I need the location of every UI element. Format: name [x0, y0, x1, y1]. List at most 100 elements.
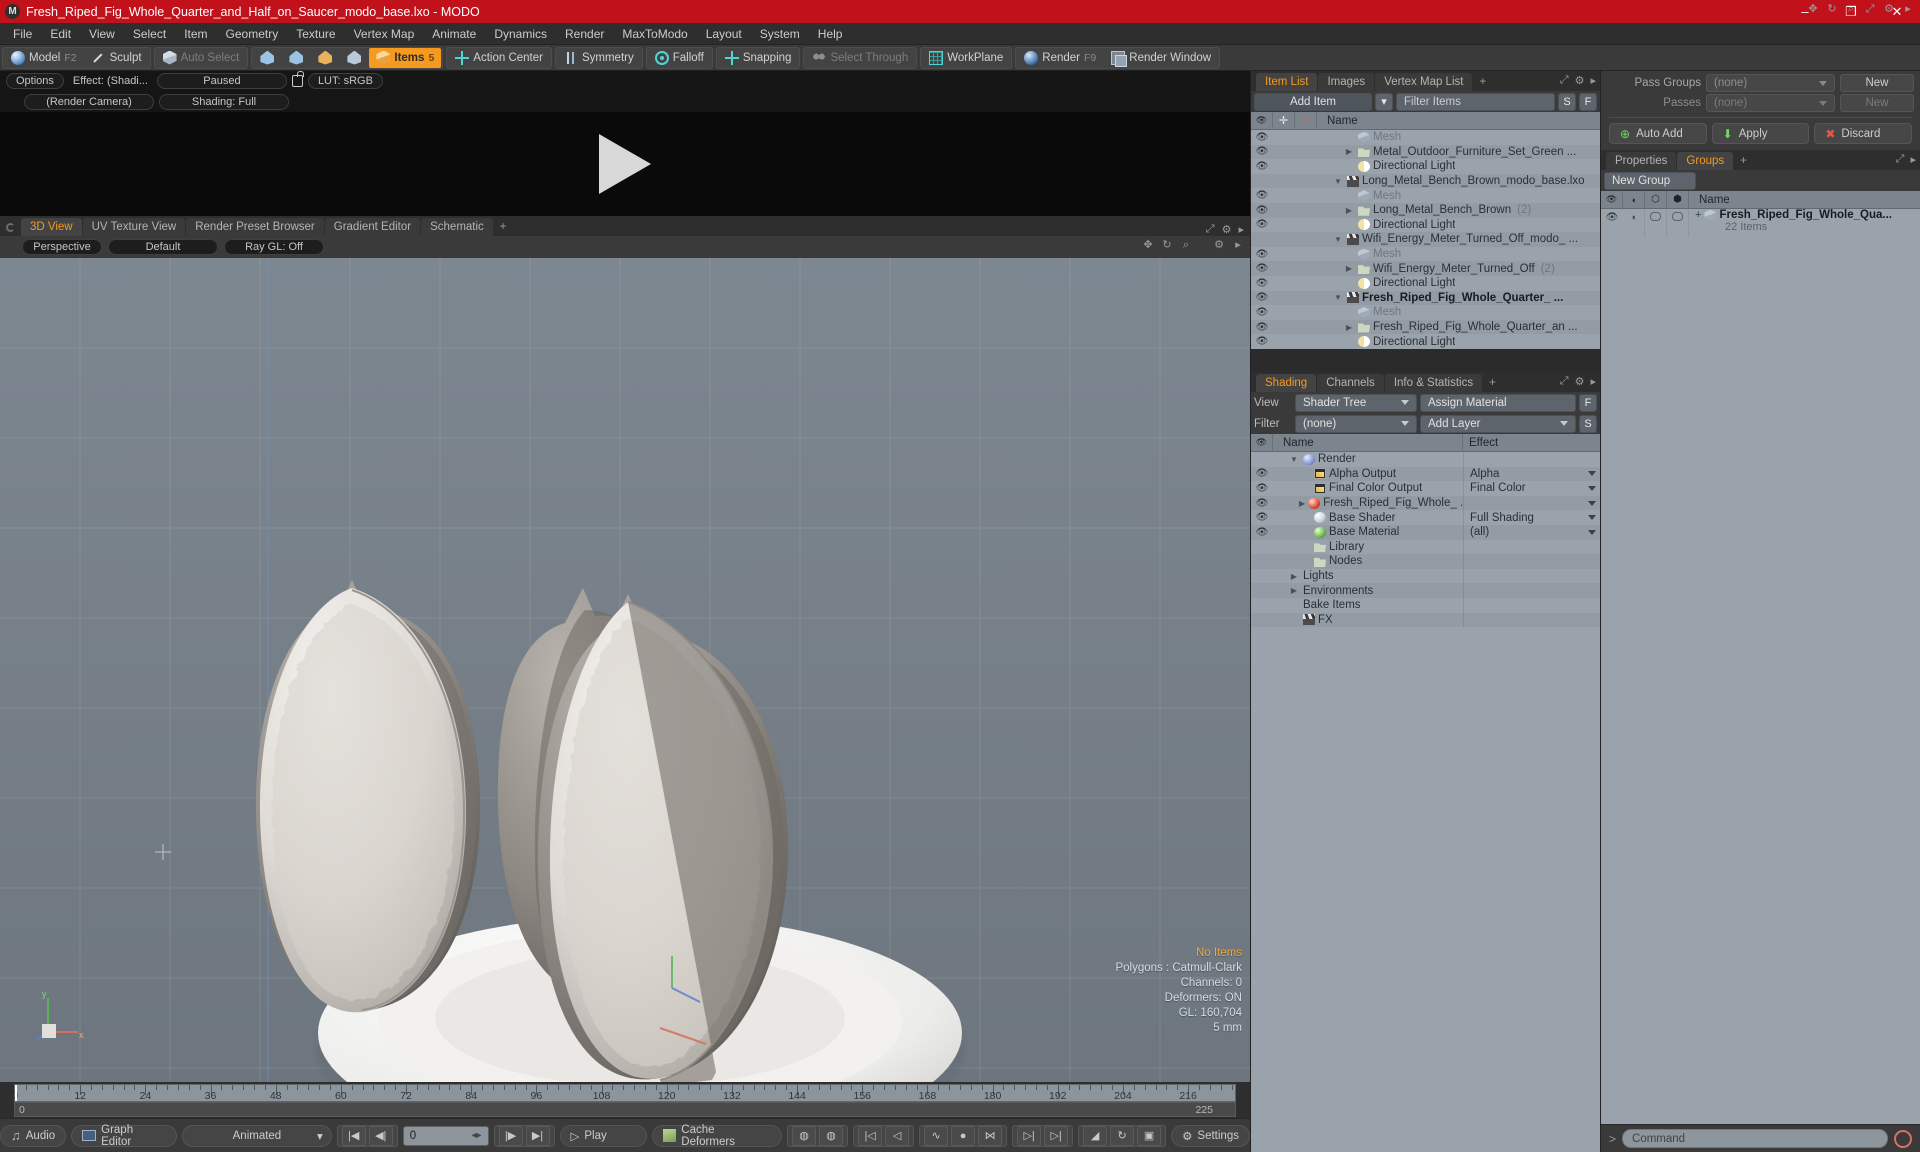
next-key-icon[interactable]: ▷| [1017, 1125, 1042, 1146]
menu-item-view[interactable]: View [80, 24, 124, 44]
menu-item-vertex-map[interactable]: Vertex Map [345, 24, 424, 44]
group-render-toggle[interactable]: ◖ [1623, 209, 1645, 237]
play-button[interactable]: ▷ Play [559, 1124, 648, 1147]
item-list-row-name[interactable]: ▶ Long_Metal_Bench_Brown (2) [1317, 204, 1531, 216]
prev-key-icon[interactable]: ◁ [885, 1125, 910, 1146]
group-wire-toggle[interactable] [1645, 209, 1667, 237]
shading-effect-cell[interactable] [1463, 495, 1600, 511]
visibility-eye-icon[interactable]: 👁 [1251, 249, 1273, 260]
first-key-icon[interactable]: |◁ [858, 1125, 883, 1146]
item-list-expand-icon[interactable]: ⤢ [1560, 74, 1569, 87]
set-key-icon[interactable]: ∿ [924, 1125, 949, 1146]
shading-visibility-eye-icon[interactable]: 👁 [1251, 527, 1273, 538]
record-circle-icon[interactable] [1894, 1129, 1912, 1148]
tab-add-button[interactable]: + [494, 218, 513, 236]
twisty-open-icon[interactable]: ▼ [1288, 455, 1300, 464]
shading-expand-icon[interactable]: ⤢ [1560, 375, 1569, 388]
shading-row-name[interactable]: FX [1273, 614, 1463, 626]
pass-groups-new-button[interactable]: New [1840, 74, 1914, 92]
passes-dropdown[interactable]: (none) [1706, 94, 1835, 112]
shading-row[interactable]: ▶ Lights [1251, 568, 1600, 584]
zoom-icon[interactable]: ⌕ [1845, 3, 1857, 15]
shading-row-name[interactable]: ▼ Render [1273, 453, 1463, 465]
item-list-row-name[interactable]: ▶ Fresh_Riped_Fig_Whole_Quarter_an ... [1317, 321, 1578, 333]
item-list-row-name[interactable]: ▼ Fresh_Riped_Fig_Whole_Quarter_ ... [1317, 292, 1563, 304]
apply-button[interactable]: ⬇ Apply [1711, 123, 1810, 144]
curve-key-icon[interactable]: ◢ [1083, 1125, 1108, 1146]
item-list-row-name[interactable]: Mesh [1317, 131, 1401, 143]
chevron-right-icon[interactable]: ▸ [1902, 3, 1914, 15]
falloff-button[interactable]: Falloff [648, 48, 711, 68]
shading-row-name[interactable]: Bake Items [1273, 599, 1463, 611]
visibility-eye-icon[interactable]: 👁 [1251, 307, 1273, 318]
groups-row[interactable]: 👁 ◖ + Fresh_Riped_Fig_Whole_Qua... 22 Items [1601, 209, 1920, 237]
visibility-eye-icon[interactable]: 👁 [1251, 205, 1273, 216]
menu-item-edit[interactable]: Edit [41, 24, 80, 44]
cache-deformers-button[interactable]: Cache Deformers [652, 1124, 783, 1148]
auto-select-button[interactable]: Auto Select [156, 48, 247, 68]
viewport-zoom-icon[interactable]: ⌕ [1180, 239, 1192, 251]
mode-sculpt-button[interactable]: Sculpt [85, 48, 149, 68]
panel-menu-icon[interactable] [6, 223, 15, 232]
menu-item-dynamics[interactable]: Dynamics [485, 24, 556, 44]
twisty-open-icon[interactable]: ▼ [1332, 177, 1344, 186]
item-list-row[interactable]: 👁 ▼ Fresh_Riped_Fig_Whole_Quarter_ ... [1251, 290, 1600, 306]
shading-row[interactable]: ▼ Render [1251, 452, 1600, 467]
shading-row[interactable]: Bake Items [1251, 597, 1600, 613]
menu-item-geometry[interactable]: Geometry [217, 24, 288, 44]
render-preview-image[interactable] [0, 112, 1250, 216]
item-list-row-name[interactable]: Mesh [1317, 190, 1401, 202]
visibility-eye-icon[interactable]: 👁 [1251, 132, 1273, 143]
shading-f-button[interactable]: F [1579, 393, 1597, 412]
shading-chevron-right-icon[interactable]: ▸ [1590, 375, 1596, 388]
menu-item-layout[interactable]: Layout [697, 24, 751, 44]
twisty-closed-icon[interactable]: ▶ [1288, 586, 1300, 595]
key-up-icon[interactable]: ◍ [792, 1125, 817, 1146]
shading-effect-cell[interactable]: Full Shading [1463, 510, 1600, 525]
mode-model-button[interactable]: Model F2 [4, 48, 84, 68]
viewport-more-chevron-icon[interactable]: ▸ [1232, 239, 1244, 251]
group-row-name[interactable]: + Fresh_Riped_Fig_Whole_Qua... 22 Items [1689, 209, 1920, 233]
rotate-icon[interactable]: ↻ [1826, 3, 1838, 15]
shading-row[interactable]: 👁 Alpha Output Alpha [1251, 466, 1600, 482]
group-expand-plus-icon[interactable]: + [1695, 209, 1701, 221]
viewport-gear-icon[interactable]: ⚙ [1222, 223, 1232, 236]
shading-row-name[interactable]: ▶ Lights [1273, 570, 1463, 582]
viewport-style-button[interactable]: Default [108, 239, 218, 255]
shading-row[interactable]: 👁 Base Shader Full Shading [1251, 510, 1600, 525]
items-mode-button[interactable]: Items 5 [369, 47, 442, 68]
shading-row[interactable]: 👁 Base Material (all) [1251, 524, 1600, 540]
effect-chevron-down-icon[interactable] [1588, 529, 1596, 535]
twisty-open-icon[interactable]: ▼ [1332, 293, 1344, 302]
move-icon[interactable]: ✥ [1807, 3, 1819, 15]
shading-row-name[interactable]: Library [1273, 541, 1463, 553]
shading-effect-cell[interactable]: (all) [1463, 524, 1600, 540]
item-list-row[interactable]: 👁 ▶ Wifi_Energy_Meter_Turned_Off (2) [1251, 261, 1600, 276]
item-list-s-button[interactable]: S [1558, 92, 1576, 111]
shading-effect-cell[interactable]: Final Color [1463, 481, 1600, 496]
menu-item-select[interactable]: Select [124, 24, 175, 44]
filter-items-input[interactable]: Filter Items [1396, 92, 1555, 111]
item-list-row-name[interactable]: ▶ Metal_Outdoor_Furniture_Set_Green ... [1317, 146, 1576, 158]
menu-item-system[interactable]: System [751, 24, 809, 44]
effect-chevron-down-icon[interactable] [1588, 500, 1596, 506]
item-list-row[interactable]: 👁 Directional Light [1251, 334, 1600, 349]
menu-item-item[interactable]: Item [175, 24, 216, 44]
fit-icon[interactable]: ⤢ [1864, 3, 1876, 15]
twisty-closed-icon[interactable]: ▶ [1343, 206, 1355, 215]
item-list-row-name[interactable]: Mesh [1317, 306, 1401, 318]
shading-row-name[interactable]: Final Color Output [1273, 482, 1463, 494]
tab-render-preset-browser[interactable]: Render Preset Browser [186, 218, 324, 236]
audio-button[interactable]: ♫ Audio [0, 1124, 67, 1147]
select-through-button[interactable]: Select Through [805, 48, 915, 68]
layer-key-icon[interactable]: ▣ [1137, 1125, 1162, 1146]
go-start-icon[interactable]: |◀ [341, 1125, 366, 1146]
shading-row-name[interactable]: Base Shader [1273, 512, 1463, 524]
current-frame-input[interactable]: 0 ◂▸ [402, 1125, 489, 1146]
key-channels-icon[interactable]: ⋈ [978, 1125, 1003, 1146]
effect-chevron-down-icon[interactable] [1588, 515, 1596, 521]
shading-row-name[interactable]: Nodes [1273, 555, 1463, 567]
shading-row-name[interactable]: Alpha Output [1273, 468, 1463, 480]
item-list-row[interactable]: 👁 ▶ Metal_Outdoor_Furniture_Set_Green ... [1251, 144, 1600, 160]
passes-new-button[interactable]: New [1840, 94, 1914, 112]
